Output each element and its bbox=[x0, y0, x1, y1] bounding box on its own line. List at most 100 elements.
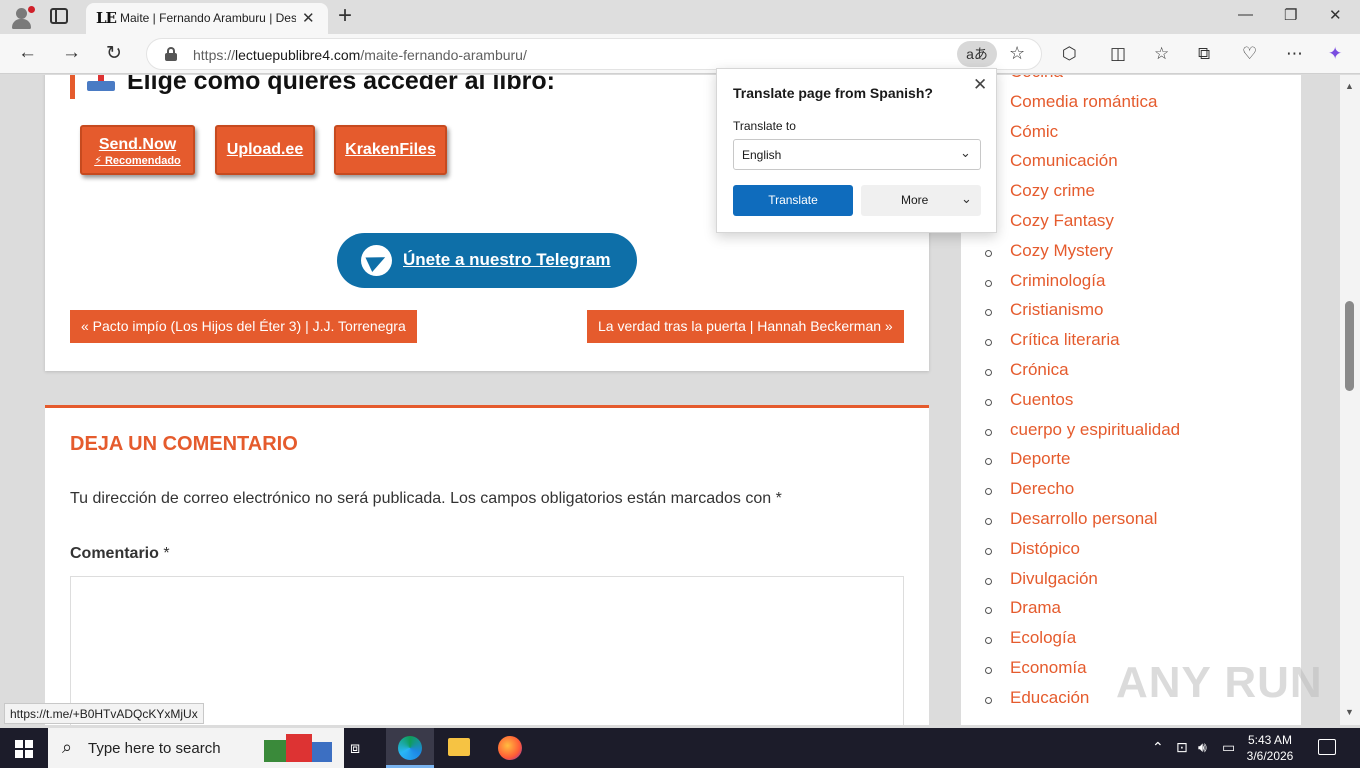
category-link[interactable]: cuerpo y espiritualidad bbox=[1010, 420, 1180, 440]
category-item[interactable]: cuerpo y espiritualidad bbox=[961, 420, 1281, 448]
category-link[interactable]: Deporte bbox=[1010, 449, 1070, 469]
send-now-button[interactable]: Send.Now ⚡ Recomendado bbox=[80, 125, 195, 175]
more-options-button[interactable]: More ⌄ bbox=[861, 185, 981, 216]
category-item[interactable]: Cozy crime bbox=[961, 181, 1281, 209]
category-link[interactable]: Cuentos bbox=[1010, 390, 1073, 410]
category-link[interactable]: Economía bbox=[1010, 658, 1087, 678]
bullet-icon bbox=[985, 488, 992, 496]
bullet-icon bbox=[985, 458, 992, 466]
category-item[interactable]: Deporte bbox=[961, 449, 1281, 477]
category-link[interactable]: Distópico bbox=[1010, 539, 1080, 559]
telegram-join-button[interactable]: Únete a nuestro Telegram bbox=[337, 233, 637, 288]
category-item[interactable]: Divulgación bbox=[961, 569, 1281, 597]
category-link[interactable]: Desarrollo personal bbox=[1010, 509, 1157, 529]
settings-menu-icon[interactable]: ⋯ bbox=[1286, 44, 1303, 64]
category-item[interactable]: Cuentos bbox=[961, 390, 1281, 418]
notifications-icon[interactable] bbox=[1318, 739, 1336, 755]
category-link[interactable]: Cozy Mystery bbox=[1010, 241, 1113, 261]
comment-note: Tu dirección de correo electrónico no se… bbox=[70, 490, 782, 507]
system-clock[interactable]: 5:43 AM 3/6/2026 bbox=[1240, 732, 1300, 764]
category-link[interactable]: Cocina bbox=[1010, 75, 1063, 82]
site-favicon-icon: LE bbox=[96, 9, 117, 27]
category-item[interactable]: Comedia romántica bbox=[961, 92, 1281, 120]
upload-ee-button[interactable]: Upload.ee bbox=[215, 125, 315, 175]
file-explorer-icon[interactable] bbox=[448, 738, 470, 756]
category-item[interactable]: Derecho bbox=[961, 479, 1281, 507]
task-view-icon[interactable]: ⧈ bbox=[350, 740, 360, 758]
scrollbar-thumb[interactable] bbox=[1345, 301, 1354, 391]
krakenfiles-button[interactable]: KrakenFiles bbox=[334, 125, 447, 175]
back-icon[interactable]: ← bbox=[18, 42, 37, 64]
category-item[interactable]: Crónica bbox=[961, 360, 1281, 388]
browser-essentials-icon[interactable]: ♡ bbox=[1242, 44, 1257, 64]
category-item[interactable]: Cozy Fantasy bbox=[961, 211, 1281, 239]
bullet-icon bbox=[985, 339, 992, 347]
firefox-icon[interactable] bbox=[498, 736, 522, 760]
category-link[interactable]: Educación bbox=[1010, 688, 1089, 708]
category-link[interactable]: Derecho bbox=[1010, 479, 1074, 499]
collections-icon[interactable]: ⧉ bbox=[1198, 44, 1210, 64]
category-link[interactable]: Comunicación bbox=[1010, 151, 1118, 171]
category-link[interactable]: Cozy Fantasy bbox=[1010, 211, 1114, 231]
category-link[interactable]: Cristianismo bbox=[1010, 300, 1104, 320]
volume-icon[interactable]: 🔊︎ bbox=[1198, 739, 1207, 756]
bullet-icon bbox=[985, 398, 992, 406]
network-icon[interactable]: ⊡ bbox=[1176, 739, 1188, 756]
category-link[interactable]: Crítica literaria bbox=[1010, 330, 1120, 350]
taskbar: ⌕ Type here to search ⧈ ⌃ ⊡ 🔊︎ ▭ 5:43 AM… bbox=[0, 728, 1360, 768]
input-indicator-icon[interactable]: ▭ bbox=[1222, 739, 1235, 756]
tab-actions-icon[interactable] bbox=[50, 8, 68, 24]
lock-icon[interactable] bbox=[165, 47, 177, 61]
extensions-icon[interactable]: ⬡ bbox=[1062, 44, 1077, 64]
split-screen-icon[interactable]: ◫ bbox=[1110, 44, 1126, 64]
copilot-icon[interactable]: ✦ bbox=[1328, 44, 1342, 64]
translate-button[interactable]: Translate bbox=[733, 185, 853, 216]
minimize-icon[interactable]: — bbox=[1238, 6, 1253, 23]
url-text[interactable]: https://lectuepublibre4.com/maite-fernan… bbox=[193, 47, 527, 63]
category-item[interactable]: Cómic bbox=[961, 122, 1281, 150]
prev-post-link[interactable]: « Pacto impío (Los Hijos del Éter 3) | J… bbox=[70, 310, 417, 343]
status-url-tooltip: https://t.me/+B0HTvADQcKYxMjUx bbox=[4, 703, 204, 724]
category-link[interactable]: Criminología bbox=[1010, 271, 1105, 291]
category-link[interactable]: Comedia romántica bbox=[1010, 92, 1157, 112]
category-item[interactable]: Criminología bbox=[961, 271, 1281, 299]
category-link[interactable]: Cozy crime bbox=[1010, 181, 1095, 201]
category-item[interactable]: Comunicación bbox=[961, 151, 1281, 179]
show-hidden-icons-icon[interactable]: ⌃ bbox=[1152, 739, 1164, 756]
scroll-up-icon[interactable]: ▲ bbox=[1345, 81, 1354, 91]
new-tab-icon[interactable]: + bbox=[338, 2, 352, 30]
category-link[interactable]: Divulgación bbox=[1010, 569, 1098, 589]
favorite-star-icon[interactable]: ☆ bbox=[1009, 43, 1025, 64]
translate-close-icon[interactable]: ✕ bbox=[973, 75, 987, 95]
restore-icon[interactable]: ❐ bbox=[1284, 6, 1297, 24]
favorites-icon[interactable]: ☆ bbox=[1154, 44, 1169, 64]
category-item[interactable]: Cozy Mystery bbox=[961, 241, 1281, 269]
forward-icon[interactable]: → bbox=[62, 42, 81, 64]
active-tab[interactable]: LE Maite | Fernando Aramburu | Descargar… bbox=[86, 3, 328, 34]
category-item[interactable]: Distópico bbox=[961, 539, 1281, 567]
profile-avatar-icon[interactable] bbox=[10, 6, 35, 30]
page-scrollbar[interactable]: ▲ ▼ bbox=[1340, 75, 1360, 725]
refresh-icon[interactable]: ↻ bbox=[106, 42, 122, 65]
close-window-icon[interactable]: ✕ bbox=[1329, 6, 1342, 24]
tab-close-icon[interactable]: ✕ bbox=[302, 9, 315, 27]
category-item[interactable]: Ecología bbox=[961, 628, 1281, 656]
category-item[interactable]: Desarrollo personal bbox=[961, 509, 1281, 537]
category-item[interactable]: Cocina bbox=[961, 75, 1281, 90]
category-link[interactable]: Cómic bbox=[1010, 122, 1058, 142]
url-field[interactable]: https://lectuepublibre4.com/maite-fernan… bbox=[146, 38, 1042, 70]
edge-browser-icon[interactable] bbox=[398, 736, 422, 760]
category-link[interactable]: Drama bbox=[1010, 598, 1061, 618]
category-item[interactable]: Drama bbox=[961, 598, 1281, 626]
category-item[interactable]: Cristianismo bbox=[961, 300, 1281, 328]
translate-icon[interactable]: aあ bbox=[957, 41, 997, 67]
chevron-down-icon: ⌄ bbox=[960, 145, 971, 160]
category-item[interactable]: Crítica literaria bbox=[961, 330, 1281, 358]
category-link[interactable]: Ecología bbox=[1010, 628, 1076, 648]
scroll-down-icon[interactable]: ▼ bbox=[1345, 707, 1354, 717]
next-post-link[interactable]: La verdad tras la puerta | Hannah Becker… bbox=[587, 310, 904, 343]
taskbar-search[interactable]: ⌕ Type here to search bbox=[48, 728, 344, 768]
language-select[interactable]: English ⌄ bbox=[733, 139, 981, 170]
category-link[interactable]: Crónica bbox=[1010, 360, 1069, 380]
windows-start-icon[interactable] bbox=[15, 740, 33, 758]
